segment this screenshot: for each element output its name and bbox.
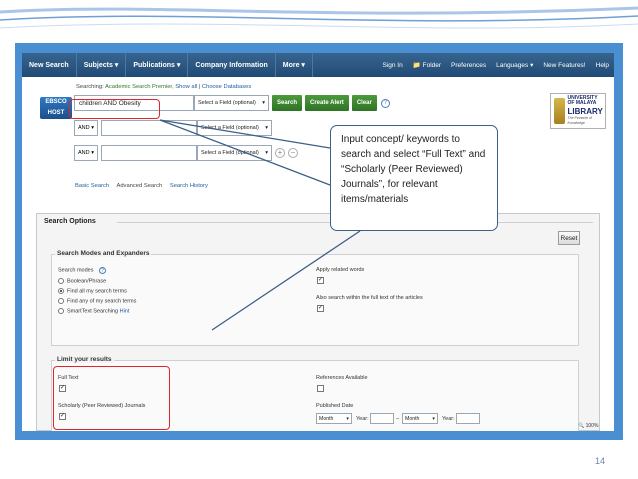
- references-label: References Available: [316, 375, 368, 381]
- chevron-down-icon: ▾: [91, 150, 94, 156]
- ebsco-logo: EBSCO HOST: [40, 97, 72, 119]
- date-range-dash: –: [396, 416, 400, 422]
- month-from-select[interactable]: Month ▾: [316, 413, 352, 424]
- nav-company-information[interactable]: Company Information: [188, 53, 276, 77]
- nav-new-search[interactable]: New Search: [22, 53, 77, 77]
- university-logo-text: UNIVERSITY OF MALAYA LIBRARY The Pinnacl…: [567, 95, 605, 127]
- search-modes-section: Search Modes and Expanders Search modes …: [51, 250, 579, 346]
- logo-line-3: LIBRARY: [567, 106, 603, 116]
- search-area: Searching: Academic Search Premier, Show…: [22, 77, 614, 195]
- field-select-2[interactable]: Select a Field (optional) ▾: [197, 120, 272, 136]
- search-mode-links: Basic Search Advanced Search Search Hist…: [75, 183, 214, 189]
- decorative-wave-band: [0, 6, 638, 29]
- top-navigation-bar: New Search Subjects ▾ Publications ▾ Com…: [22, 53, 614, 77]
- clear-button[interactable]: Clear: [351, 95, 377, 111]
- nav-help[interactable]: Help: [591, 53, 614, 77]
- boolean-value: AND: [78, 125, 90, 131]
- fulltext-expander-label: Also search within the full text of the …: [316, 295, 423, 301]
- mode-find-all[interactable]: Find all my search terms: [58, 288, 127, 294]
- slide-page-number: 14: [595, 456, 606, 466]
- year-to-input[interactable]: [456, 413, 480, 424]
- radio-button[interactable]: [58, 308, 64, 314]
- radio-button-selected[interactable]: [58, 288, 64, 294]
- nav-new-features[interactable]: New Features!: [538, 53, 590, 77]
- searching-line: Searching: Academic Search Premier, Show…: [76, 84, 252, 90]
- reset-button[interactable]: Reset: [558, 231, 580, 245]
- logo-tagline: The Pinnacle of Knowledge: [567, 115, 592, 126]
- nav-languages[interactable]: Languages ▾: [491, 53, 538, 77]
- fulltext-expander-checkbox[interactable]: ✓: [317, 305, 324, 312]
- presentation-slide: New Search Subjects ▾ Publications ▾ Com…: [0, 0, 638, 479]
- nav-sign-in[interactable]: Sign In: [377, 53, 407, 77]
- boolean-select-2[interactable]: AND ▾: [74, 120, 98, 136]
- chevron-down-icon: ▾: [346, 415, 349, 422]
- field-select-label: Select a Field (optional): [198, 100, 256, 106]
- database-name: Academic Search Premier,: [105, 84, 174, 90]
- chevron-down-icon: ▾: [91, 125, 94, 131]
- choose-databases-link[interactable]: Choose Databases: [202, 84, 251, 90]
- search-row-3: AND ▾ Select a Field (optional) ▾ + −: [74, 144, 298, 162]
- year-from-label: Year:: [356, 416, 369, 422]
- search-options-title: Search Options: [44, 218, 96, 225]
- field-select-label: Select a Field (optional): [201, 125, 259, 131]
- mode-find-any[interactable]: Find any of my search terms: [58, 298, 136, 304]
- advanced-search-link[interactable]: Advanced Search: [116, 183, 162, 189]
- help-icon[interactable]: ?: [99, 267, 106, 274]
- mode-smarttext[interactable]: SmartText Searching Hint: [58, 308, 129, 314]
- field-select-1[interactable]: Select a Field (optional) ▾: [194, 95, 269, 111]
- hint-link[interactable]: Hint: [120, 308, 130, 314]
- field-select-3[interactable]: Select a Field (optional) ▾: [197, 145, 272, 161]
- nav-publications[interactable]: Publications ▾: [126, 53, 189, 77]
- instruction-callout: Input concept/ keywords to search and se…: [330, 125, 498, 231]
- searching-label: Searching:: [76, 84, 104, 90]
- nav-more[interactable]: More ▾: [276, 53, 313, 77]
- radio-button[interactable]: [58, 298, 64, 304]
- nav-right-group: Sign In 📁 Folder Preferences Languages ▾…: [377, 53, 614, 77]
- search-input-2[interactable]: [101, 120, 197, 136]
- highlight-search-box: [69, 99, 160, 119]
- search-modes-label: Search modes ?: [58, 267, 106, 274]
- create-alert-button[interactable]: Create Alert: [305, 95, 349, 111]
- nav-preferences[interactable]: Preferences: [446, 53, 491, 77]
- apply-related-checkbox[interactable]: ✓: [317, 277, 324, 284]
- search-input-3[interactable]: [101, 145, 197, 161]
- search-history-link[interactable]: Search History: [170, 183, 208, 189]
- zoom-level[interactable]: 🔍 100%: [578, 423, 598, 429]
- basic-search-link[interactable]: Basic Search: [75, 183, 109, 189]
- search-button[interactable]: Search: [272, 95, 303, 111]
- month-to-select[interactable]: Month ▾: [402, 413, 438, 424]
- year-from-input[interactable]: [370, 413, 394, 424]
- help-icon[interactable]: ?: [380, 98, 390, 108]
- nav-subjects[interactable]: Subjects ▾: [77, 53, 127, 77]
- field-select-label: Select a Field (optional): [201, 150, 259, 156]
- show-all-link[interactable]: Show all: [175, 84, 197, 90]
- chevron-down-icon: ▾: [432, 415, 435, 422]
- highlight-limiters: [53, 366, 170, 430]
- nav-folder[interactable]: 📁 Folder: [408, 53, 446, 77]
- boolean-value: AND: [78, 150, 90, 156]
- search-modes-section-title: Search Modes and Expanders: [55, 250, 152, 257]
- chevron-down-icon: ▾: [265, 150, 268, 156]
- chevron-down-icon: ▾: [265, 125, 268, 131]
- year-to-label: Year:: [442, 416, 455, 422]
- radio-button[interactable]: [58, 278, 64, 284]
- add-row-icon[interactable]: +: [275, 148, 285, 158]
- limit-results-section-title: Limit your results: [55, 356, 114, 363]
- crest-icon: [554, 98, 565, 124]
- apply-related-label: Apply related words: [316, 267, 365, 273]
- boolean-select-3[interactable]: AND ▾: [74, 145, 98, 161]
- university-of-malaya-library-logo: UNIVERSITY OF MALAYA LIBRARY The Pinnacl…: [550, 93, 606, 129]
- published-date-label: Published Date: [316, 403, 354, 409]
- mode-boolean[interactable]: Boolean/Phrase: [58, 278, 106, 284]
- remove-row-icon[interactable]: −: [288, 148, 298, 158]
- chevron-down-icon: ▾: [262, 100, 265, 106]
- search-row-2: AND ▾ Select a Field (optional) ▾: [74, 119, 272, 137]
- references-checkbox[interactable]: [317, 385, 324, 392]
